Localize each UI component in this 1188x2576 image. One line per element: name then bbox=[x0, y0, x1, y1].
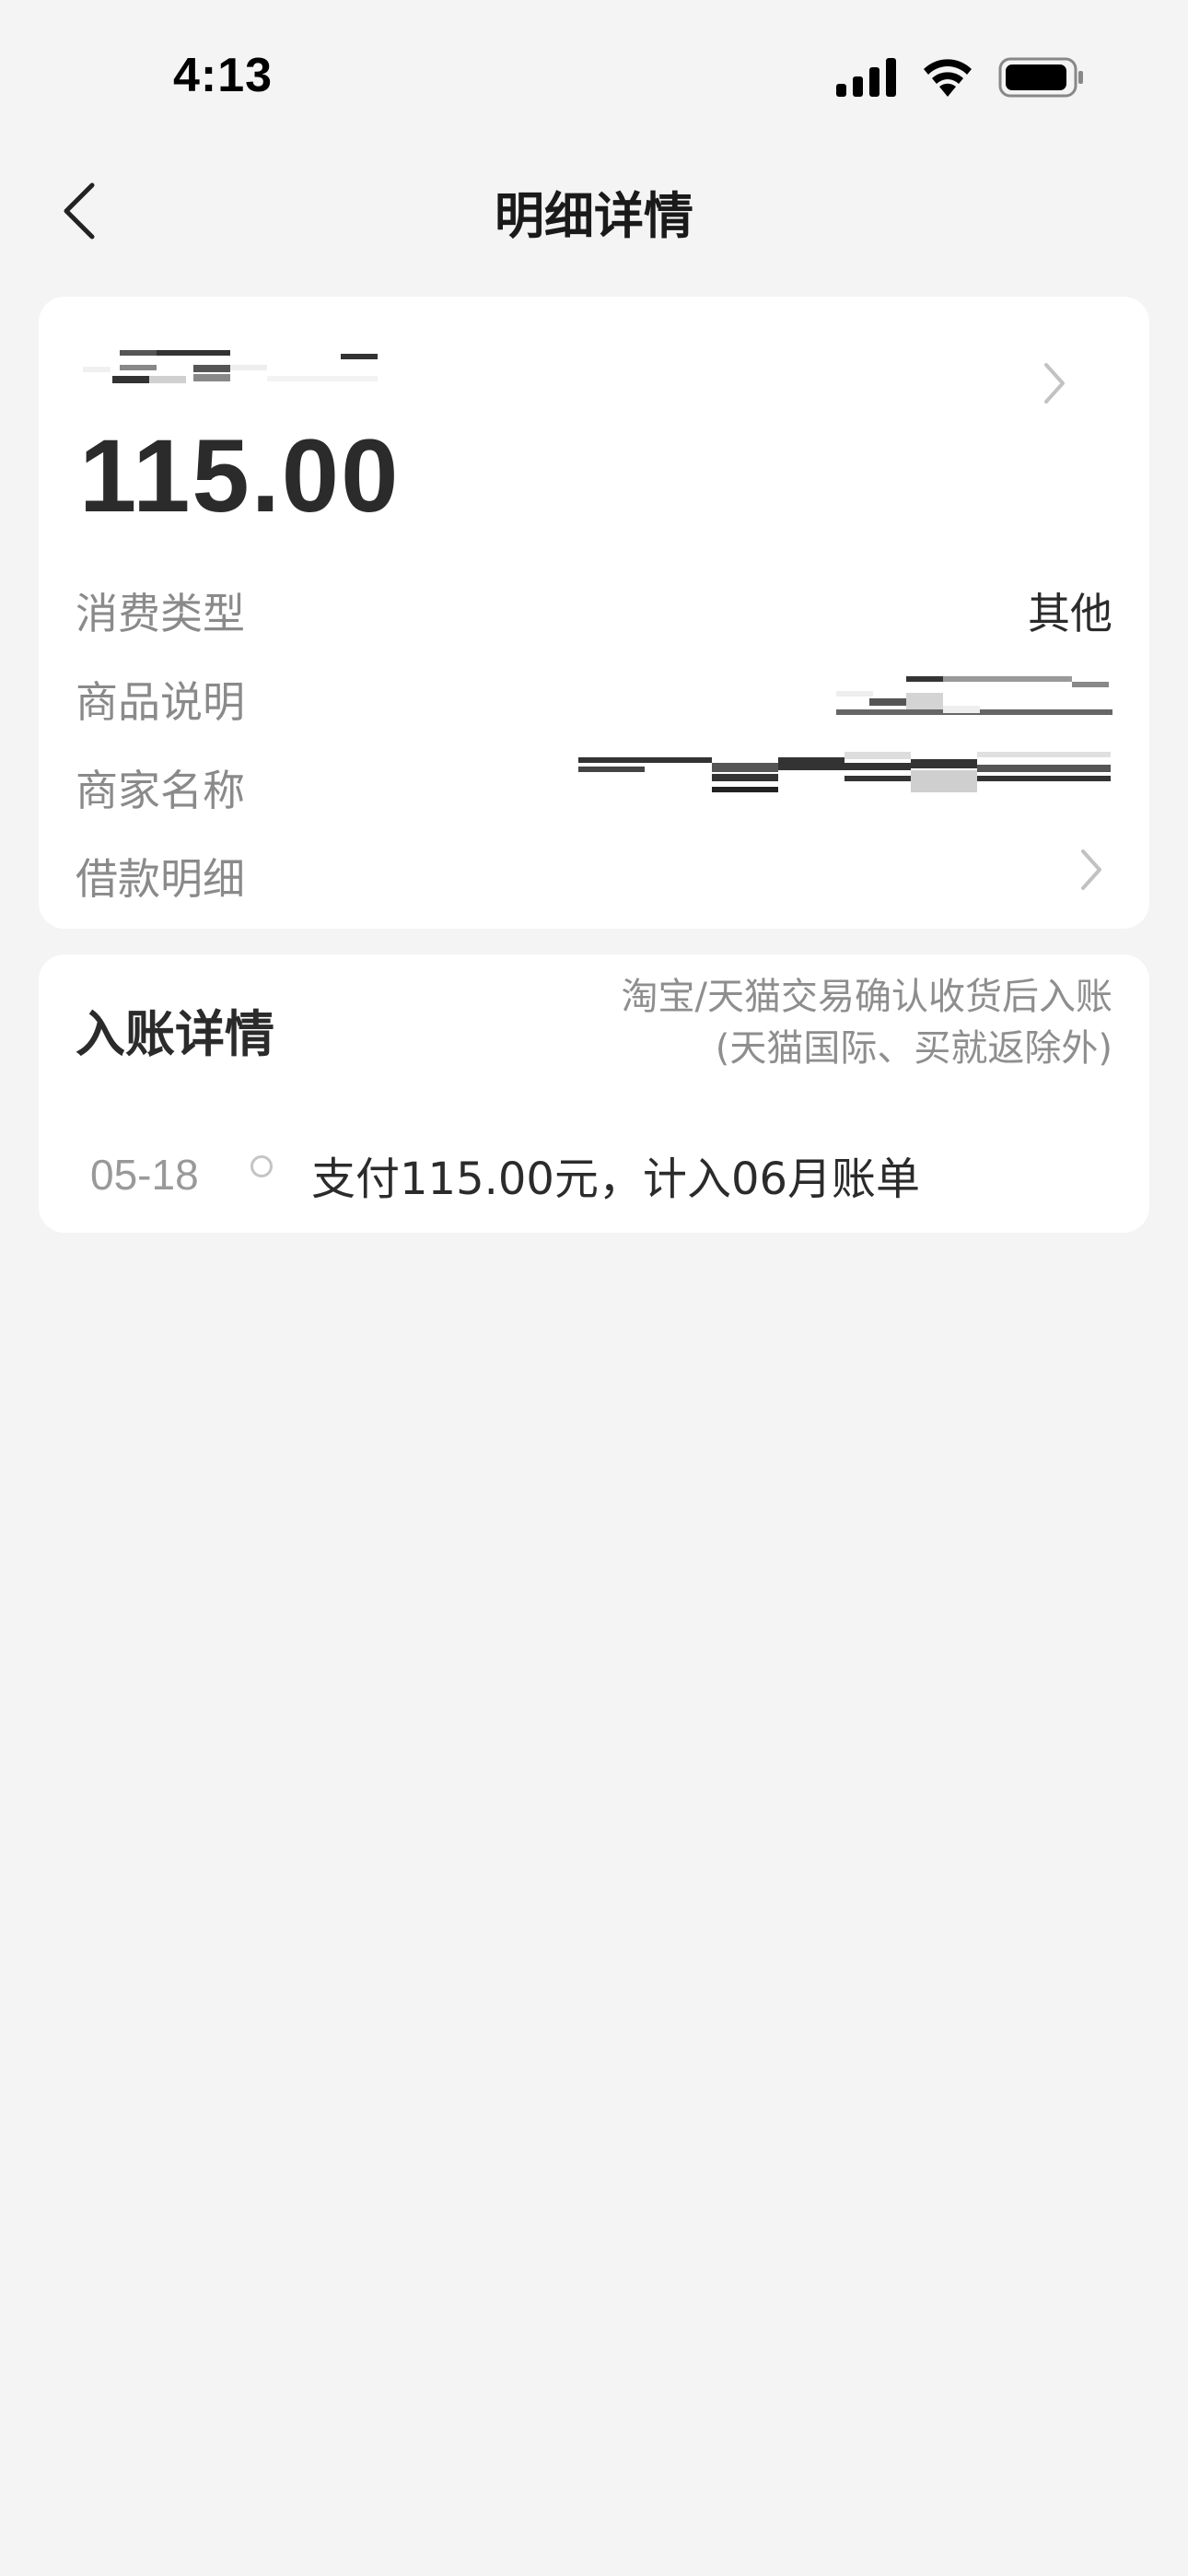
timeline-dot-icon bbox=[250, 1155, 273, 1177]
entry-note-line2: (天猫国际、买就返除外) bbox=[715, 1027, 1112, 1070]
merchant-label: 商家名称 bbox=[76, 766, 245, 815]
info-row-loan-detail[interactable]: 借款明细 bbox=[76, 833, 1112, 907]
status-time: 4:13 bbox=[173, 49, 274, 102]
nav-bar: 明细详情 bbox=[0, 157, 1188, 263]
timeline-text: 支付115.00元，计入06月账单 bbox=[311, 1153, 921, 1205]
chevron-right-icon bbox=[1044, 363, 1065, 404]
status-bar: 4:13 bbox=[0, 0, 1188, 138]
info-row-merchant: 商家名称 bbox=[76, 744, 1112, 818]
timeline-date: 05-18 bbox=[90, 1151, 199, 1199]
timeline-item: 05-18 支付115.00元，计入06月账单 bbox=[39, 1130, 1149, 1205]
info-row-product: 商品说明 bbox=[76, 656, 1112, 730]
redacted-product-value bbox=[836, 676, 1112, 715]
category-value: 其他 bbox=[1028, 589, 1112, 638]
chevron-right-icon bbox=[1081, 849, 1101, 890]
category-label: 消费类型 bbox=[76, 589, 245, 638]
entry-title: 入账详情 bbox=[76, 1005, 274, 1063]
signal-icon bbox=[836, 58, 896, 97]
battery-icon bbox=[998, 57, 1083, 98]
entry-note: 淘宝/天猫交易确认收货后入账 (天猫国际、买就返除外) bbox=[622, 971, 1112, 1074]
bill-detail-card: 115.00 消费类型 其他 商品说明 商家名称 借款明细 bbox=[39, 297, 1149, 929]
entry-detail-card: 入账详情 淘宝/天猫交易确认收货后入账 (天猫国际、买就返除外) 05-18 支… bbox=[39, 954, 1149, 1233]
wifi-icon bbox=[924, 59, 972, 97]
info-row-category: 消费类型 其他 bbox=[76, 568, 1112, 641]
page-title: 明细详情 bbox=[495, 187, 693, 245]
redacted-merchant-value bbox=[578, 752, 1111, 792]
product-label: 商品说明 bbox=[76, 677, 245, 727]
loan-detail-label: 借款明细 bbox=[76, 854, 245, 904]
amount: 115.00 bbox=[79, 418, 401, 533]
status-icons bbox=[836, 57, 1085, 98]
entry-note-line1: 淘宝/天猫交易确认收货后入账 bbox=[621, 976, 1112, 1018]
redacted-merchant-title bbox=[83, 350, 378, 383]
